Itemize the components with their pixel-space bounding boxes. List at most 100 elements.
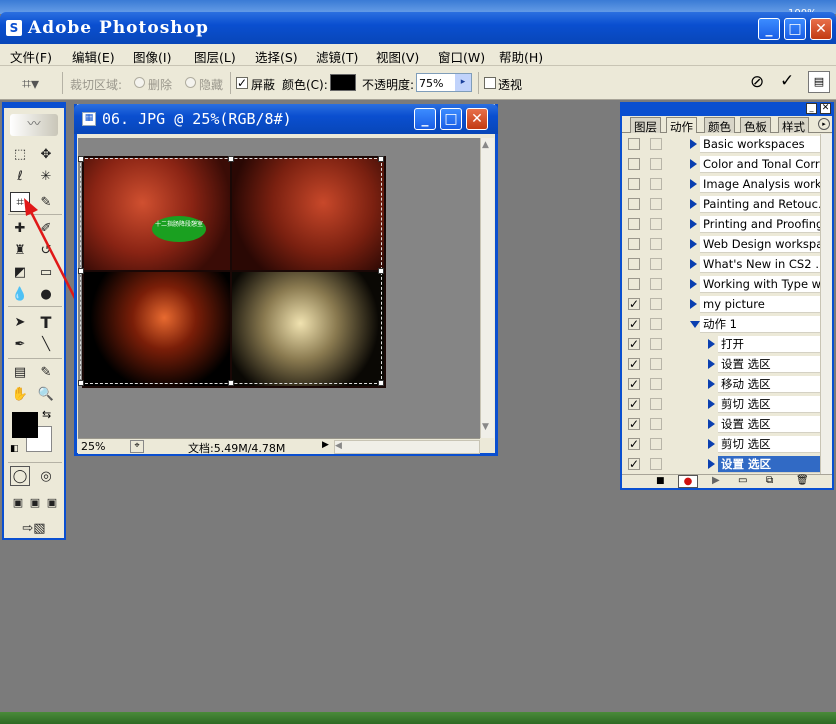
doc-minimize-button[interactable]: _	[414, 108, 436, 130]
magic-wand-icon[interactable]: ✳	[36, 166, 56, 186]
delete-icon[interactable]: 🗑	[796, 475, 809, 486]
action-toggle-checkbox[interactable]: ✓	[628, 318, 640, 330]
close-button[interactable]: ✕	[810, 18, 832, 40]
dialog-toggle-checkbox[interactable]	[650, 358, 662, 370]
jump-to-imageready-icon[interactable]: ⇨▧	[10, 518, 58, 538]
collapsed-triangle-icon[interactable]	[708, 419, 715, 429]
doc-maximize-button[interactable]: □	[440, 108, 462, 130]
cancel-crop-icon[interactable]: ⊘	[750, 72, 764, 92]
play-icon[interactable]: ▶	[712, 475, 720, 486]
crop-handle[interactable]	[378, 380, 384, 386]
stop-icon[interactable]: ■	[656, 476, 665, 486]
action-row[interactable]: ✓ my picture	[624, 294, 820, 314]
new-set-icon[interactable]: ▭	[738, 475, 747, 486]
action-toggle-checkbox[interactable]: ✓	[628, 458, 640, 470]
action-row[interactable]: Color and Tonal Corr…	[624, 154, 820, 174]
action-row[interactable]: Image Analysis work…	[624, 174, 820, 194]
marquee-tool-icon[interactable]: ⬚	[10, 144, 30, 164]
palette-close-button[interactable]: ✕	[820, 103, 831, 114]
maximize-button[interactable]: □	[784, 18, 806, 40]
dialog-toggle-checkbox[interactable]	[650, 318, 662, 330]
collapsed-triangle-icon[interactable]	[690, 259, 697, 269]
action-row[interactable]: Web Design workspa…	[624, 234, 820, 254]
action-toggle-checkbox[interactable]: ✓	[628, 378, 640, 390]
dialog-toggle-checkbox[interactable]	[650, 298, 662, 310]
action-toggle-checkbox[interactable]: ✓	[628, 358, 640, 370]
menu-layer[interactable]: 图层(L)	[194, 47, 236, 66]
collapsed-triangle-icon[interactable]	[708, 339, 715, 349]
action-row[interactable]: ✓ 打开	[624, 334, 820, 354]
crop-handle[interactable]	[378, 156, 384, 162]
tab-layers[interactable]: 图层	[630, 117, 661, 134]
action-toggle-checkbox[interactable]	[628, 138, 640, 150]
zoom-tool-icon[interactable]: 🔍	[36, 384, 56, 404]
commit-crop-icon[interactable]: ✓	[780, 71, 794, 91]
tab-swatches[interactable]: 色板	[740, 117, 771, 134]
menu-image[interactable]: 图像(I)	[133, 47, 171, 66]
screen-mode-full-icon[interactable]: ▣	[42, 492, 62, 512]
collapsed-triangle-icon[interactable]	[708, 399, 715, 409]
hide-radio[interactable]	[185, 77, 196, 88]
line-tool-icon[interactable]: ╲	[36, 334, 56, 354]
new-action-icon[interactable]: ⧉	[766, 475, 773, 486]
menu-filter[interactable]: 滤镜(T)	[316, 47, 358, 66]
menu-file[interactable]: 文件(F)	[10, 47, 52, 66]
shield-checkbox[interactable]: ✓	[236, 77, 248, 89]
action-toggle-checkbox[interactable]	[628, 258, 640, 270]
opacity-arrow-icon[interactable]: ▸	[455, 74, 471, 91]
collapsed-triangle-icon[interactable]	[690, 299, 697, 309]
menu-view[interactable]: 视图(V)	[376, 47, 419, 66]
dialog-toggle-checkbox[interactable]	[650, 418, 662, 430]
action-toggle-checkbox[interactable]	[628, 198, 640, 210]
menu-help[interactable]: 帮助(H)	[499, 47, 543, 66]
dialog-toggle-checkbox[interactable]	[650, 138, 662, 150]
action-row[interactable]: ✓ 设置 选区	[624, 414, 820, 434]
action-row[interactable]: Basic workspaces	[624, 134, 820, 154]
collapsed-triangle-icon[interactable]	[690, 179, 697, 189]
doc-close-button[interactable]: ✕	[466, 108, 488, 130]
zoom-level[interactable]: 25%	[81, 440, 105, 453]
crop-handle[interactable]	[228, 156, 234, 162]
swap-colors-icon[interactable]: ⇆	[42, 408, 51, 421]
crop-marquee[interactable]	[80, 158, 382, 384]
expanded-triangle-icon[interactable]	[690, 321, 700, 328]
action-row[interactable]: What's New in CS2 …	[624, 254, 820, 274]
action-toggle-checkbox[interactable]: ✓	[628, 338, 640, 350]
action-row[interactable]: ✓ 剪切 选区	[624, 394, 820, 414]
collapsed-triangle-icon[interactable]	[690, 159, 697, 169]
crop-handle[interactable]	[78, 268, 84, 274]
scroll-down-icon[interactable]: ▼	[482, 422, 489, 432]
collapsed-triangle-icon[interactable]	[690, 279, 697, 289]
collapsed-triangle-icon[interactable]	[708, 379, 715, 389]
action-row[interactable]: ✓ 设置 选区	[624, 354, 820, 374]
dialog-toggle-checkbox[interactable]	[650, 238, 662, 250]
quick-mask-icon[interactable]: ◎	[36, 466, 56, 486]
action-row[interactable]: Painting and Retouc…	[624, 194, 820, 214]
hand-tool-icon[interactable]: ✋	[10, 384, 30, 404]
crop-handle[interactable]	[78, 380, 84, 386]
palette-well-icon[interactable]: ▤	[808, 71, 830, 93]
action-row[interactable]: Printing and Proofing…	[624, 214, 820, 234]
perspective-checkbox[interactable]	[484, 77, 496, 89]
dialog-toggle-checkbox[interactable]	[650, 198, 662, 210]
lasso-tool-icon[interactable]: ℓ	[10, 166, 30, 186]
action-toggle-checkbox[interactable]	[628, 278, 640, 290]
document-canvas[interactable]: 十二指肠降段憩室	[78, 138, 480, 438]
shield-color-swatch[interactable]	[330, 74, 356, 91]
action-toggle-checkbox[interactable]: ✓	[628, 298, 640, 310]
tab-actions[interactable]: 动作	[666, 117, 697, 134]
palette-minimize-button[interactable]: _	[806, 103, 817, 114]
action-toggle-checkbox[interactable]	[628, 178, 640, 190]
collapsed-triangle-icon[interactable]	[708, 459, 715, 469]
menu-select[interactable]: 选择(S)	[255, 47, 298, 66]
action-toggle-checkbox[interactable]	[628, 238, 640, 250]
action-row[interactable]: Working with Type w…	[624, 274, 820, 294]
collapsed-triangle-icon[interactable]	[690, 139, 697, 149]
action-row[interactable]: ✓ 设置 选区	[624, 454, 820, 474]
dialog-toggle-checkbox[interactable]	[650, 158, 662, 170]
default-colors-icon[interactable]: ◧	[10, 444, 19, 454]
notes-tool-icon[interactable]: ▤	[10, 362, 30, 382]
action-toggle-checkbox[interactable]: ✓	[628, 418, 640, 430]
scroll-up-icon[interactable]: ▲	[482, 140, 489, 150]
crop-handle[interactable]	[228, 380, 234, 386]
